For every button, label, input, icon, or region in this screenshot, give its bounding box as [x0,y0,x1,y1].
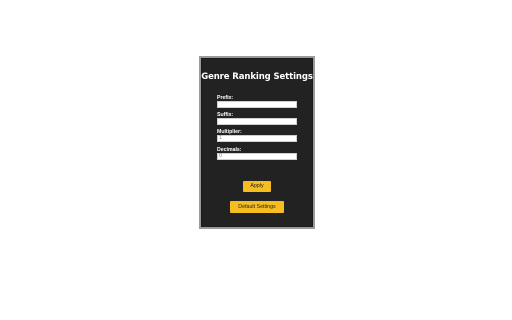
multiplier-input[interactable]: 1 [217,135,297,142]
apply-button[interactable]: Apply [243,181,271,192]
suffix-input[interactable] [217,118,297,125]
suffix-field-group: Suffix: [217,112,299,125]
prefix-input[interactable] [217,101,297,108]
multiplier-field-group: Multiplier: 1 [217,129,299,142]
prefix-field-group: Prefix: [217,95,299,108]
settings-panel: Genre Ranking Settings Prefix: Suffix: M… [199,56,315,229]
decimals-field-group: Decimals: 0 [217,147,299,160]
decimals-input[interactable]: 0 [217,153,297,160]
panel-title: Genre Ranking Settings [201,72,313,82]
default-settings-button[interactable]: Default Settings [230,201,284,213]
